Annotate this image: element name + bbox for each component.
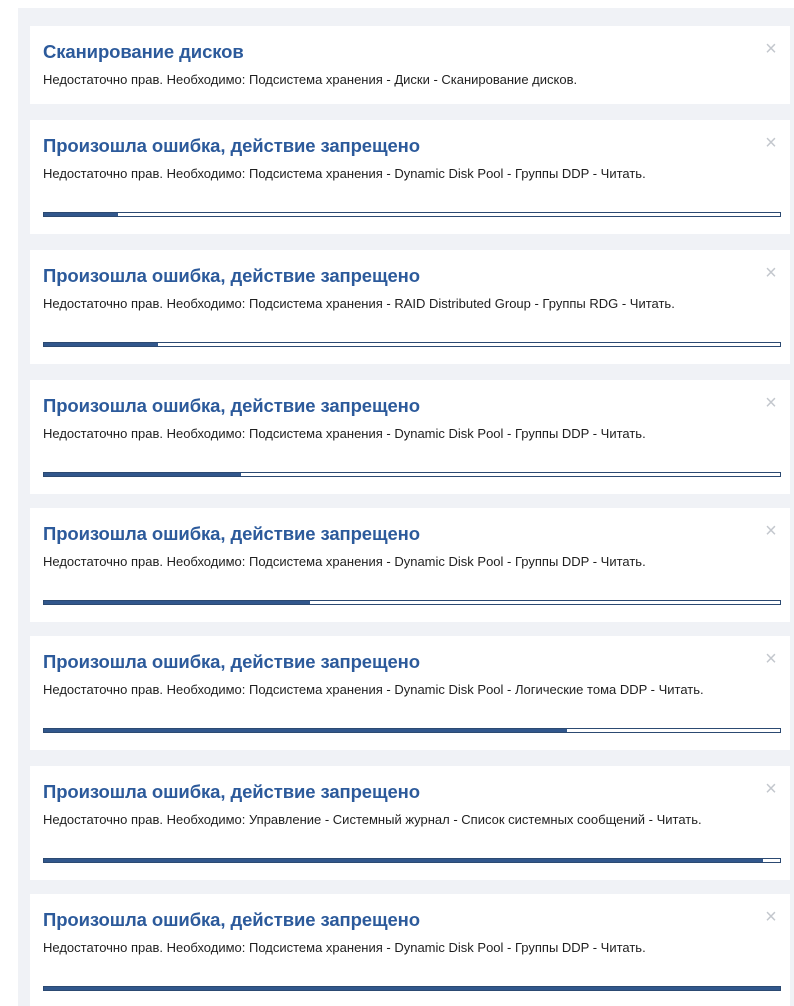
- close-icon[interactable]: ×: [761, 393, 781, 413]
- progress-bar: [43, 858, 781, 863]
- notification-toast: Произошла ошибка, действие запрещено Нед…: [30, 380, 790, 494]
- progress-fill: [44, 987, 780, 990]
- notification-toast: Произошла ошибка, действие запрещено Нед…: [30, 250, 790, 364]
- progress-fill: [44, 343, 159, 346]
- progress-fill: [44, 213, 118, 216]
- close-icon[interactable]: ×: [761, 39, 781, 59]
- notification-message: Недостаточно прав. Необходимо: Подсистем…: [43, 940, 646, 955]
- progress-bar: [43, 728, 781, 733]
- close-icon[interactable]: ×: [761, 263, 781, 283]
- progress-fill: [44, 729, 568, 732]
- notification-title: Произошла ошибка, действие запрещено: [43, 395, 420, 416]
- notification-message: Недостаточно прав. Необходимо: Подсистем…: [43, 554, 646, 569]
- progress-fill: [44, 601, 311, 604]
- close-icon[interactable]: ×: [761, 133, 781, 153]
- notification-title: Произошла ошибка, действие запрещено: [43, 523, 420, 544]
- notification-title: Произошла ошибка, действие запрещено: [43, 265, 420, 286]
- progress-bar: [43, 986, 781, 991]
- notification-toast: Произошла ошибка, действие запрещено Нед…: [30, 766, 790, 880]
- progress-bar: [43, 342, 781, 347]
- notification-message: Недостаточно прав. Необходимо: Подсистем…: [43, 682, 704, 697]
- notification-toast: Произошла ошибка, действие запрещено Нед…: [30, 120, 790, 234]
- notification-message: Недостаточно прав. Необходимо: Подсистем…: [43, 72, 578, 87]
- progress-fill: [44, 473, 241, 476]
- progress-bar: [43, 472, 781, 477]
- notification-toast: Сканирование дисков Недостаточно прав. Н…: [30, 26, 790, 104]
- notification-toast: Произошла ошибка, действие запрещено Нед…: [30, 636, 790, 750]
- notification-toast: Произошла ошибка, действие запрещено Нед…: [30, 508, 790, 622]
- notification-message: Недостаточно прав. Необходимо: Подсистем…: [43, 296, 675, 311]
- notification-message: Недостаточно прав. Необходимо: Управлени…: [43, 812, 702, 827]
- notification-title: Произошла ошибка, действие запрещено: [43, 781, 420, 802]
- close-icon[interactable]: ×: [761, 779, 781, 799]
- notification-title: Произошла ошибка, действие запрещено: [43, 651, 420, 672]
- notification-title: Сканирование дисков: [43, 41, 244, 62]
- notification-title: Произошла ошибка, действие запрещено: [43, 909, 420, 930]
- progress-bar: [43, 212, 781, 217]
- close-icon[interactable]: ×: [761, 521, 781, 541]
- notification-message: Недостаточно прав. Необходимо: Подсистем…: [43, 166, 646, 181]
- notification-toast: Произошла ошибка, действие запрещено Нед…: [30, 894, 790, 1006]
- close-icon[interactable]: ×: [761, 649, 781, 669]
- progress-fill: [44, 859, 764, 862]
- progress-bar: [43, 600, 781, 605]
- close-icon[interactable]: ×: [761, 907, 781, 927]
- notification-message: Недостаточно прав. Необходимо: Подсистем…: [43, 426, 646, 441]
- notifications-panel: Сканирование дисков Недостаточно прав. Н…: [18, 8, 794, 1006]
- notification-title: Произошла ошибка, действие запрещено: [43, 135, 420, 156]
